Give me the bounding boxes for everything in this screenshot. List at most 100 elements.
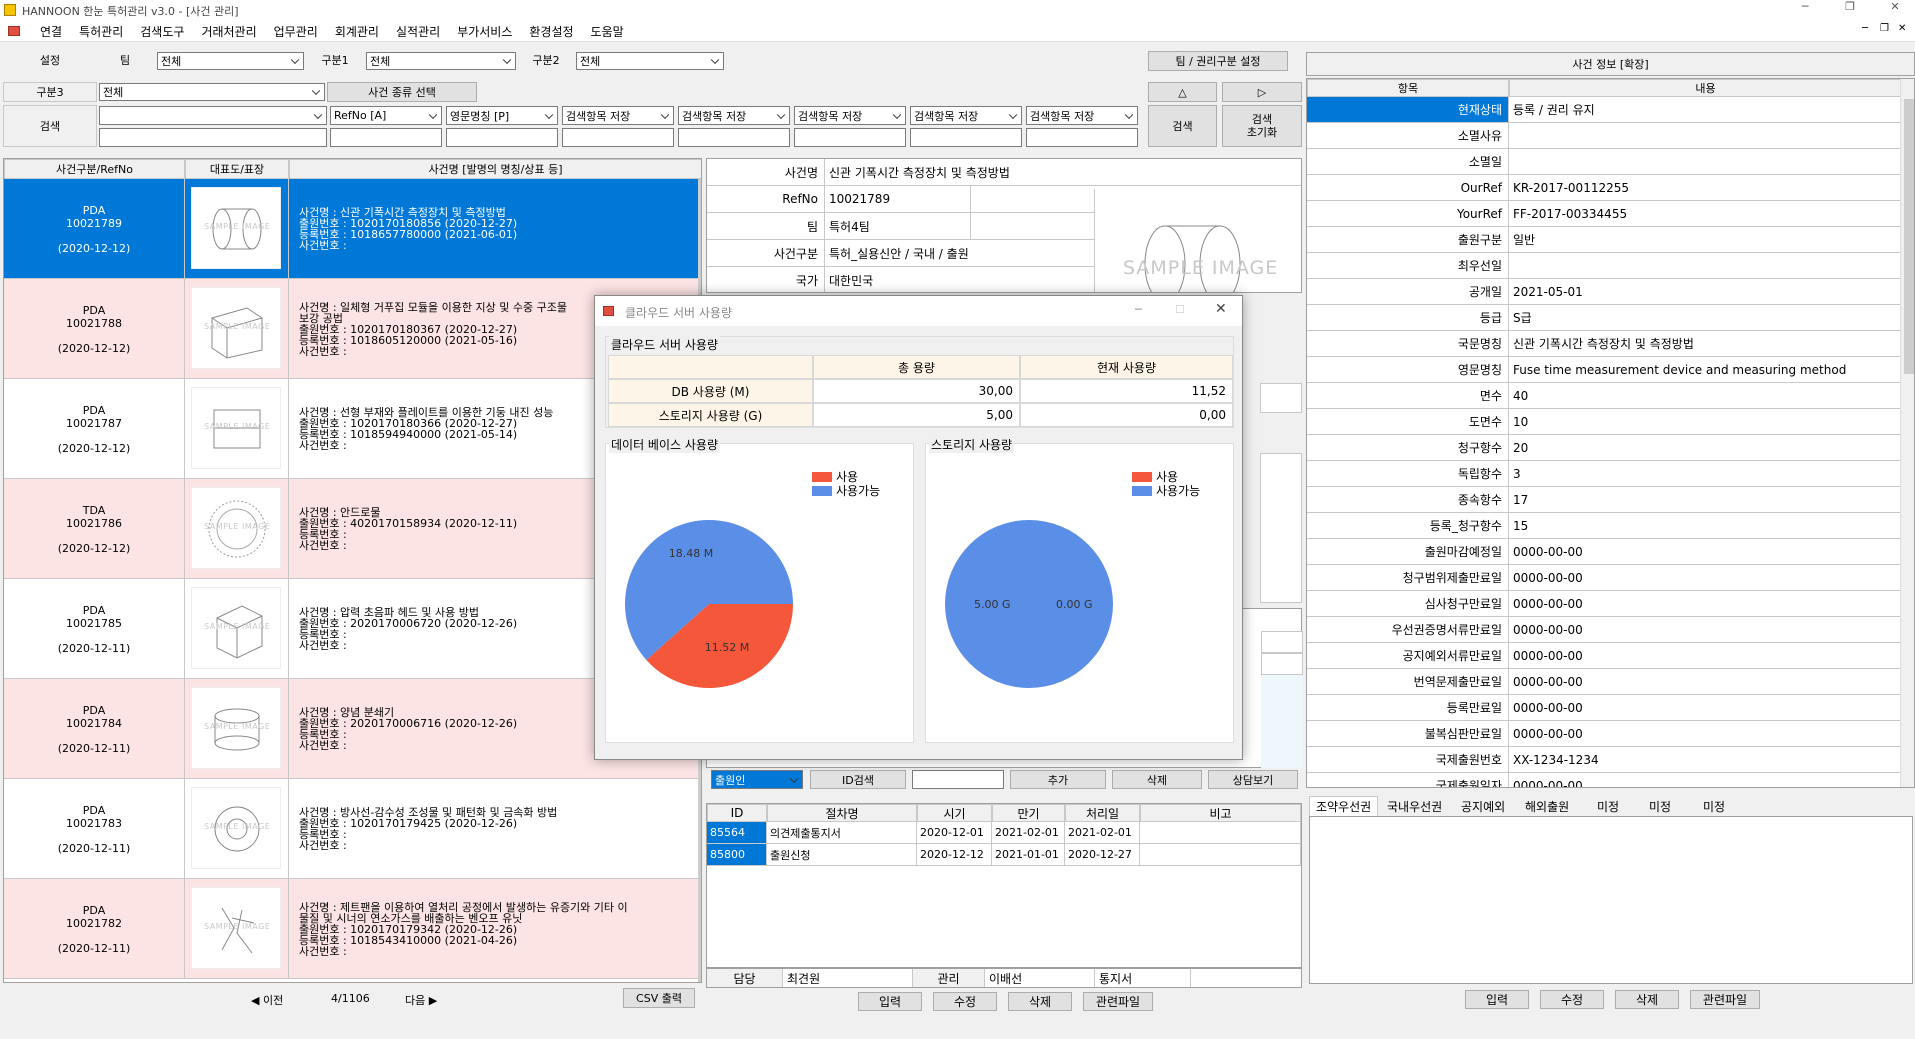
info-value[interactable]: 0000-00-00 [1509,617,1900,643]
up-button[interactable]: △ [1148,82,1217,102]
info-button[interactable]: 수정 [1540,990,1604,1009]
search-input-8[interactable] [1026,128,1138,147]
tab-info[interactable]: 국내우선권 [1381,796,1448,816]
procedure-cell[interactable] [1140,844,1301,866]
search-field-select-6[interactable]: 검색항목 저장 [794,106,906,125]
info-value[interactable]: 일반 [1509,227,1900,253]
mdi-minimize-icon[interactable]: ─ [1862,23,1868,34]
info-value[interactable]: KR-2017-00112255 [1509,175,1900,201]
procedure-footer-cell[interactable]: 최견원 [783,969,913,987]
csv-export-button[interactable]: CSV 출력 [623,988,695,1008]
procedure-button[interactable]: 삭제 [1008,992,1072,1011]
info-value[interactable]: 3 [1509,461,1900,487]
procedure-cell[interactable]: 2021-01-01 [992,844,1065,866]
detail-value[interactable]: 특허4팀 [825,213,970,240]
dialog-minimize-icon[interactable]: ─ [1135,303,1142,316]
tab-info[interactable]: 미정 [1697,796,1731,816]
case-type-select-button[interactable]: 사건 종류 선택 [327,82,477,102]
procedure-button[interactable]: 입력 [858,992,922,1011]
search-input-5[interactable] [678,128,790,147]
search-input-6[interactable] [794,128,906,147]
menu-item[interactable]: 실적관리 [390,23,451,40]
search-input-7[interactable] [910,128,1022,147]
info-value[interactable] [1509,253,1900,279]
info-value[interactable]: XX-1234-1234 [1509,747,1900,773]
procedure-button[interactable]: 관련파일 [1083,992,1153,1011]
info-value[interactable]: 0000-00-00 [1509,643,1900,669]
info-value[interactable]: 0000-00-00 [1509,669,1900,695]
search-field-select[interactable] [99,106,327,125]
search-field-select-4[interactable]: 검색항목 저장 [562,106,674,125]
info-value[interactable]: 15 [1509,513,1900,539]
menu-item[interactable]: 연결 [34,23,73,40]
minimize-icon[interactable]: ─ [1795,0,1815,20]
tab-info[interactable]: 해외출원 [1519,796,1575,816]
procedure-cell[interactable]: 출원신청 [767,844,917,866]
search-field-select-3[interactable]: 영문명칭 [P] [446,106,558,125]
info-value[interactable]: 0000-00-00 [1509,773,1900,788]
table-row[interactable]: PDA 10021783 (2020-12-11) SAMPLE IMAGE 사건명 :… [4,779,698,879]
right-button[interactable]: ▷ [1222,82,1302,102]
div1-select[interactable]: 전체 [366,52,516,70]
mdi-close-icon[interactable]: ✕ [1898,23,1906,34]
dialog-maximize-icon[interactable]: ☐ [1175,303,1185,316]
procedure-footer-cell[interactable]: 통지서 [1095,969,1191,987]
tab-info[interactable]: 미정 [1591,796,1625,816]
prev-page-link[interactable]: ◀ 이전 [251,992,283,1008]
info-value[interactable]: 20 [1509,435,1900,461]
search-reset-button[interactable]: 검색 초기화 [1222,105,1302,147]
info-value[interactable]: Fuse time measurement device and measuri… [1509,357,1900,383]
add-button[interactable]: 추가 [1010,770,1106,789]
procedure-cell[interactable]: 2021-02-01 [992,822,1065,844]
procedure-cell[interactable]: 2020-12-12 [917,844,992,866]
search-input-3[interactable] [446,128,558,147]
info-value[interactable]: 0000-00-00 [1509,695,1900,721]
info-value[interactable]: 2021-05-01 [1509,279,1900,305]
search-field-select-7[interactable]: 검색항목 저장 [910,106,1022,125]
div2-select[interactable]: 전체 [576,52,724,70]
tab-info[interactable]: 미정 [1643,796,1677,816]
menu-item[interactable]: 특허관리 [73,23,134,40]
procedure-cell[interactable]: 85564 [707,822,767,844]
search-input-1[interactable] [99,128,327,147]
tab-info[interactable]: 조약우선권 [1309,796,1379,816]
div3-select[interactable]: 전체 [99,83,325,101]
search-input-2[interactable] [330,128,442,147]
info-value[interactable] [1509,123,1900,149]
tab-info[interactable]: 공지예외 [1455,796,1511,816]
info-value[interactable]: 17 [1509,487,1900,513]
id-search-input[interactable] [912,770,1004,789]
search-field-select-2[interactable]: RefNo [A] [330,106,442,125]
search-input-4[interactable] [562,128,674,147]
id-search-button[interactable]: ID검색 [810,770,906,789]
info-value[interactable]: 40 [1509,383,1900,409]
info-value[interactable] [1509,149,1900,175]
mdi-restore-icon[interactable]: ❐ [1880,23,1889,34]
menu-item[interactable]: 업무관리 [268,23,329,40]
detail-value[interactable]: 신관 기폭시간 측정장치 및 측정방법 [825,159,1301,186]
table-row[interactable]: PDA 10021782 (2020-12-11) SAMPLE IMAGE 사건명 :… [4,879,698,979]
team-rights-setting-button[interactable]: 팀 / 권리구분 설정 [1148,51,1288,71]
procedure-cell[interactable]: 의견제출통지서 [767,822,917,844]
procedure-cell[interactable] [1140,822,1301,844]
info-value[interactable]: 0000-00-00 [1509,591,1900,617]
team-select[interactable]: 전체 [157,52,304,70]
info-value[interactable]: 10 [1509,409,1900,435]
menu-item[interactable]: 거래처관리 [195,23,267,40]
dialog-close-icon[interactable]: ✕ [1215,301,1227,317]
menu-item[interactable]: 회계관리 [329,23,390,40]
detail-value[interactable]: 특허_실용신안 / 국내 / 출원 [825,240,1094,267]
procedure-cell[interactable]: 2021-02-01 [1065,822,1140,844]
detail-value[interactable]: 10021789 [825,186,970,213]
info-value[interactable]: 0000-00-00 [1509,721,1900,747]
menu-item[interactable]: 환경설정 [523,23,584,40]
procedure-button[interactable]: 수정 [933,992,997,1011]
info-button[interactable]: 삭제 [1615,990,1679,1009]
procedure-cell[interactable]: 2020-12-01 [917,822,992,844]
consult-view-button[interactable]: 상담보기 [1208,770,1298,789]
menu-item[interactable]: 도움말 [585,23,635,40]
info-value[interactable]: 0000-00-00 [1509,565,1900,591]
search-button[interactable]: 검색 [1148,105,1217,147]
close-icon[interactable]: ✕ [1885,0,1905,20]
procedure-footer-cell[interactable]: 이배선 [985,969,1095,987]
